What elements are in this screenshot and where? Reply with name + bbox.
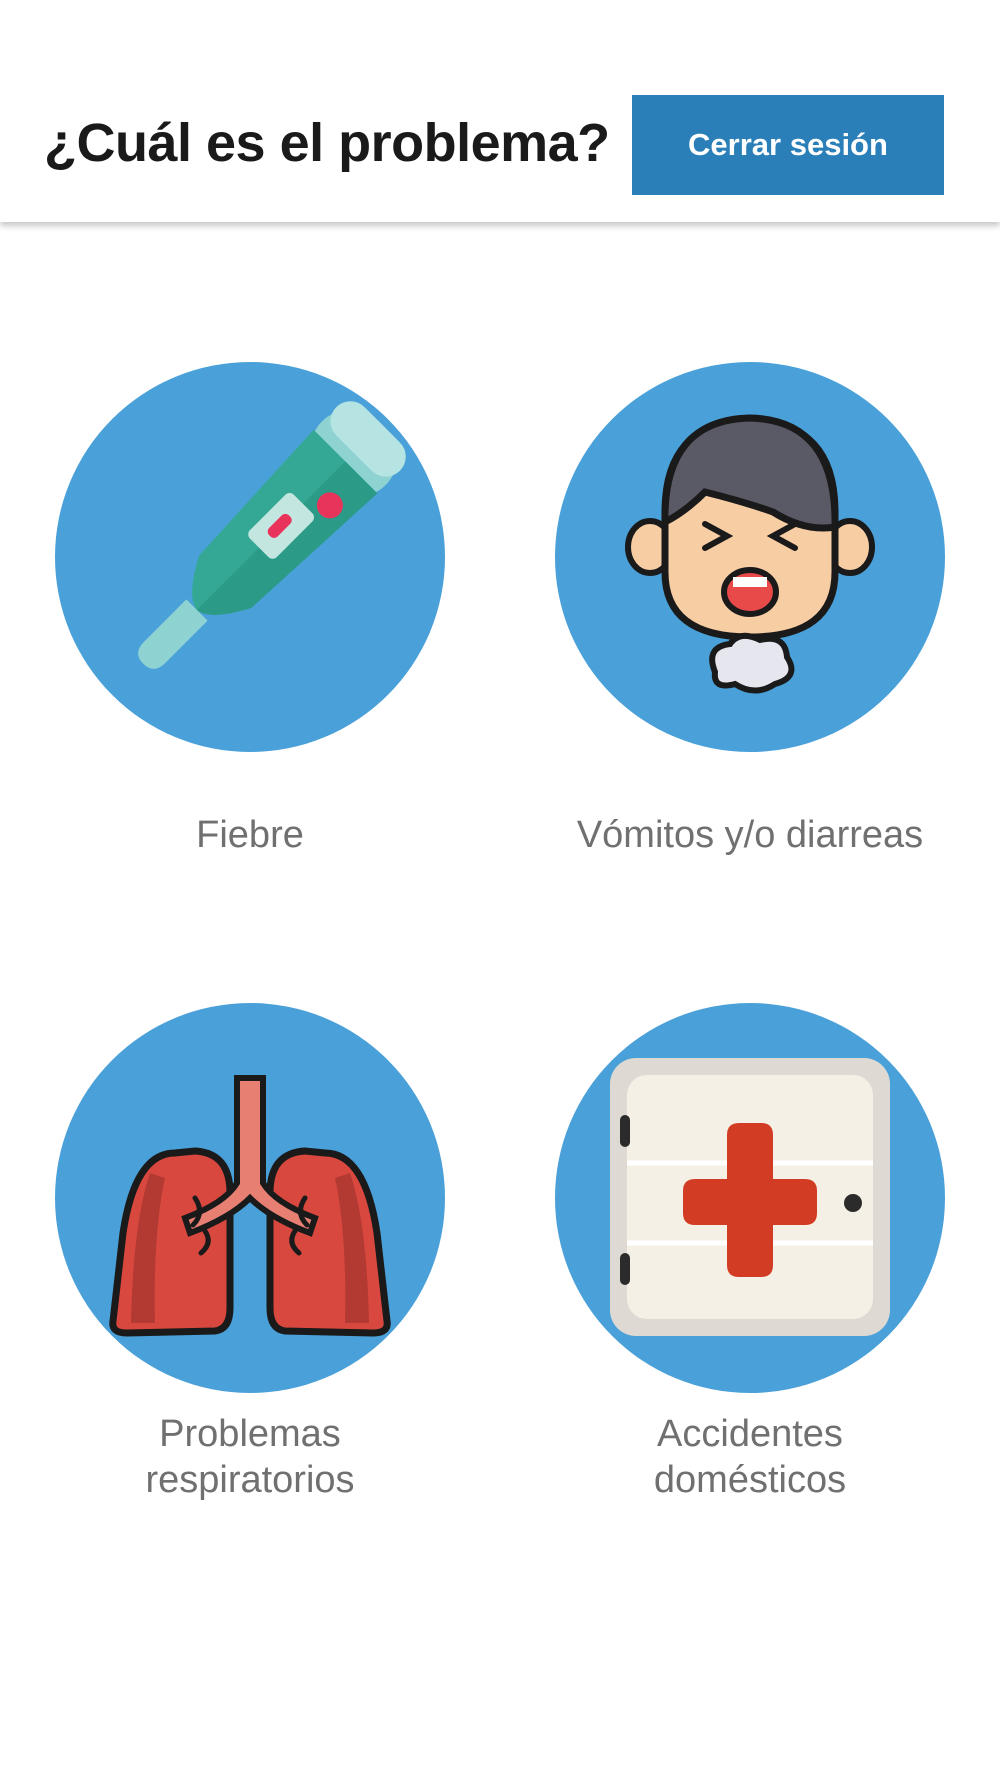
option-vomiting[interactable]: Vómitos y/o diarreas: [555, 362, 945, 858]
home-accidents-circle[interactable]: [555, 1003, 945, 1393]
option-respiratory[interactable]: Problemas respiratorios: [55, 1003, 445, 1503]
option-label: Accidentes domésticos: [653, 1413, 847, 1501]
option-label: Problemas respiratorios: [145, 1413, 355, 1501]
option-label: Vómitos y/o diarreas: [576, 814, 924, 856]
option-fever[interactable]: Fiebre: [55, 362, 445, 858]
lungs-icon: [109, 1075, 391, 1337]
first-aid-kit-icon: [610, 1058, 890, 1336]
vomiting-face-icon: [625, 414, 875, 694]
option-home-accidents[interactable]: Accidentes domésticos: [555, 1003, 945, 1503]
thermometer-icon: [138, 401, 406, 669]
respiratory-circle[interactable]: [55, 1003, 445, 1393]
vomiting-circle[interactable]: [555, 362, 945, 752]
page-title: ¿Cuál es el problema?: [44, 113, 610, 173]
app-header: ¿Cuál es el problema? Cerrar sesión: [0, 0, 1000, 222]
fever-circle[interactable]: [55, 362, 445, 752]
option-label: Fiebre: [196, 814, 304, 856]
logout-button[interactable]: Cerrar sesión: [632, 95, 944, 195]
